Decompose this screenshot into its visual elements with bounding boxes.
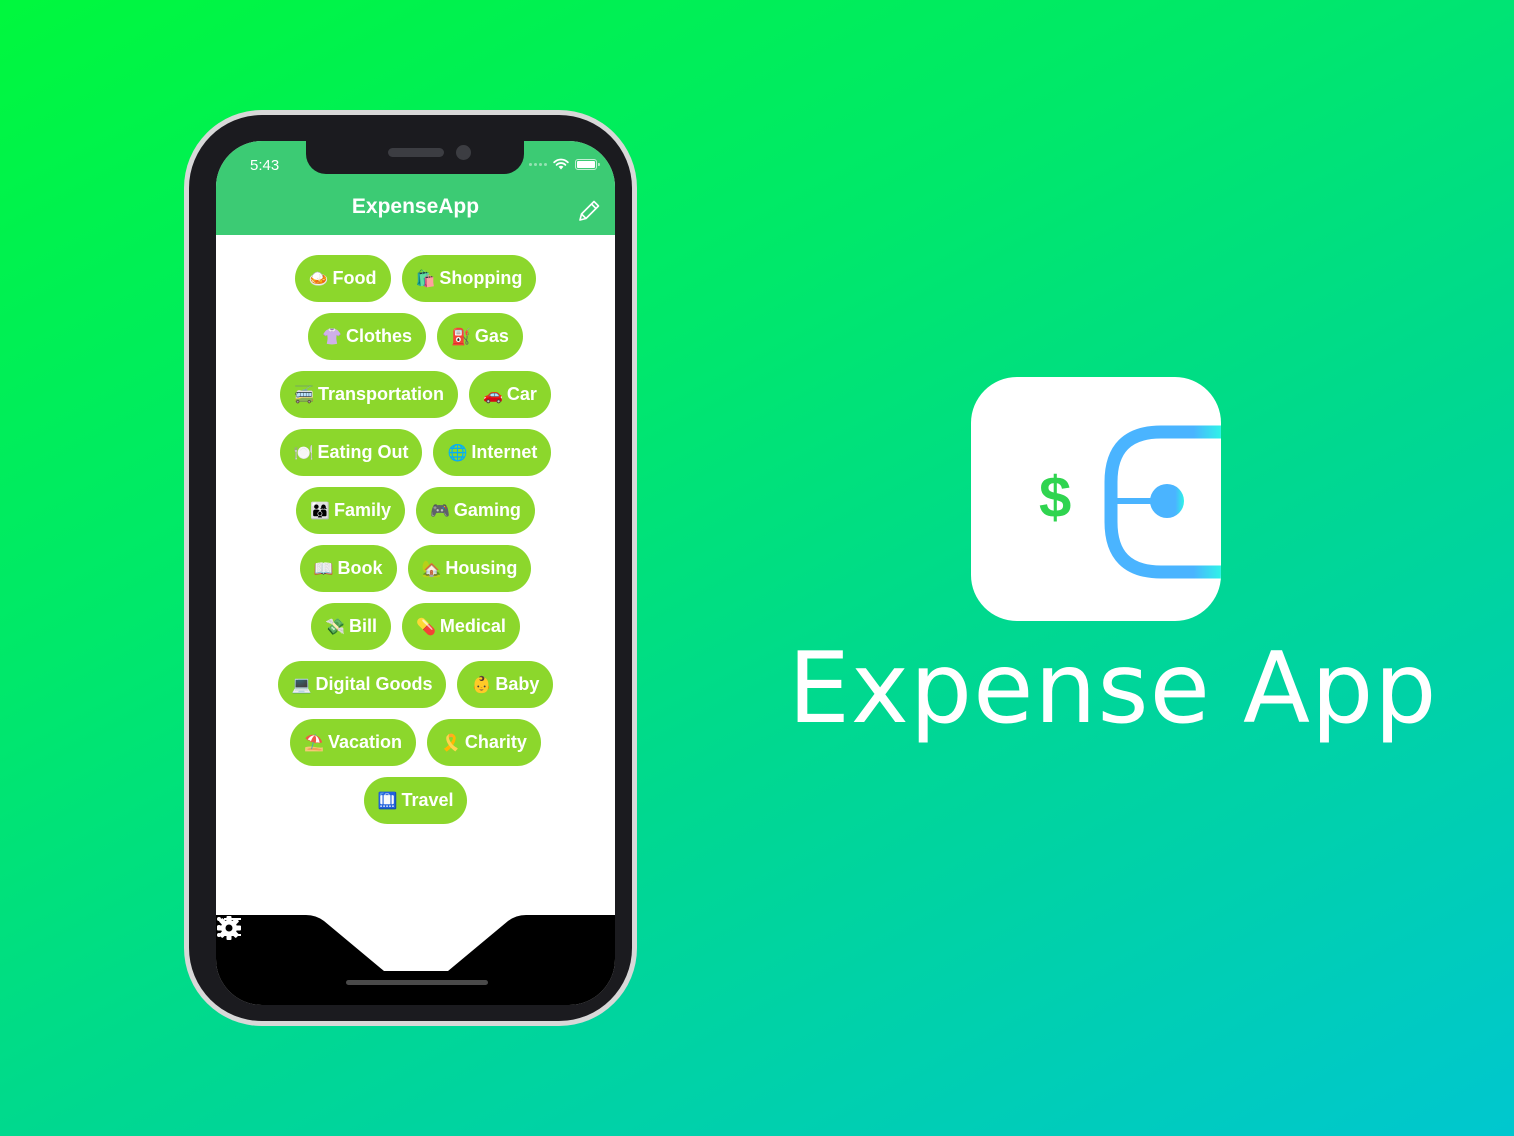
family-icon: 👨‍👩‍👦: [310, 502, 330, 520]
category-chip-gaming[interactable]: 🎮 Gaming: [416, 487, 535, 534]
category-label: Baby: [495, 674, 540, 694]
status-time: 5:43: [250, 157, 280, 174]
app-header: 5:43 ExpenseApp: [216, 141, 615, 235]
home-indicator: [346, 980, 488, 985]
category-label: Housing: [445, 558, 518, 578]
gas-icon: ⛽: [450, 328, 471, 346]
category-chip-bill[interactable]: 💸 Bill: [311, 603, 391, 650]
category-chip-medical[interactable]: 💊 Medical: [401, 603, 520, 650]
tab-bar: [216, 915, 615, 1005]
category-row: 💻 Digital Goods 👶 Baby: [277, 661, 554, 708]
transportation-icon: 🚎: [294, 386, 314, 404]
category-label: Vacation: [327, 732, 402, 752]
front-camera: [456, 145, 471, 160]
phone-mockup: 5:43 ExpenseApp 🍛 Food 🛍️ Shopping 👚 Clo…: [184, 110, 637, 1026]
gear-icon[interactable]: [216, 915, 242, 941]
category-row: ⛱️ Vacation 🎗️ Charity: [290, 719, 541, 766]
speaker-grille: [388, 148, 444, 157]
app-icon: $: [971, 377, 1221, 621]
pencil-icon[interactable]: [575, 197, 603, 225]
category-row: 🍽️ Eating Out 🌐 Internet: [279, 429, 552, 476]
category-label: Medical: [439, 616, 506, 636]
brand-title: Expense App: [788, 632, 1438, 746]
vacation-icon: ⛱️: [304, 734, 324, 752]
category-row: 🛄 Travel: [363, 777, 468, 824]
category-chip-car[interactable]: 🚗 Car: [469, 371, 551, 418]
wallet-icon: [1104, 425, 1221, 579]
category-row: 👨‍👩‍👦 Family 🎮 Gaming: [296, 487, 535, 534]
car-icon: 🚗: [483, 386, 503, 404]
category-chip-clothes[interactable]: 👚 Clothes: [308, 313, 426, 360]
category-list: 🍛 Food 🛍️ Shopping 👚 Clothes ⛽ Gas 🚎 Transportati…: [216, 255, 615, 824]
gaming-icon: 🎮: [430, 502, 450, 520]
wifi-icon: [553, 158, 569, 170]
category-label: Bill: [348, 616, 377, 636]
battery-icon: [575, 158, 600, 170]
digital-goods-icon: 💻: [291, 676, 312, 694]
category-chip-eating-out[interactable]: 🍽️ Eating Out: [279, 429, 423, 476]
phone-notch: [306, 141, 524, 174]
category-chip-baby[interactable]: 👶 Baby: [457, 661, 554, 708]
category-label: Charity: [464, 732, 527, 752]
status-indicators: [529, 158, 600, 170]
shopping-icon: 🛍️: [415, 270, 436, 288]
category-chip-digital-goods[interactable]: 💻 Digital Goods: [277, 661, 447, 708]
category-label: Food: [332, 268, 377, 288]
category-label: Internet: [471, 442, 538, 462]
category-chip-family[interactable]: 👨‍👩‍👦 Family: [296, 487, 405, 534]
category-row: 🍛 Food 🛍️ Shopping: [294, 255, 537, 302]
category-chip-shopping[interactable]: 🛍️ Shopping: [401, 255, 537, 302]
phone-screen: 5:43 ExpenseApp 🍛 Food 🛍️ Shopping 👚 Clo…: [216, 141, 615, 1005]
category-label: Gas: [474, 326, 509, 346]
internet-icon: 🌐: [447, 444, 468, 462]
clothes-icon: 👚: [322, 328, 342, 346]
baby-icon: 👶: [471, 676, 492, 694]
category-label: Clothes: [345, 326, 412, 346]
phone-bezel: 5:43 ExpenseApp 🍛 Food 🛍️ Shopping 👚 Clo…: [189, 115, 632, 1021]
app-title: ExpenseApp: [351, 195, 480, 218]
category-label: Family: [333, 500, 391, 520]
category-row: 🚎 Transportation 🚗 Car: [280, 371, 551, 418]
category-row: 💸 Bill 💊 Medical: [311, 603, 520, 650]
category-row: 👚 Clothes ⛽ Gas: [308, 313, 523, 360]
signal-icon: [529, 162, 547, 166]
category-chip-book[interactable]: 📖 Book: [299, 545, 397, 592]
category-chip-internet[interactable]: 🌐 Internet: [433, 429, 552, 476]
medical-icon: 💊: [415, 618, 436, 636]
category-chip-travel[interactable]: 🛄 Travel: [363, 777, 468, 824]
eating-out-icon: 🍽️: [293, 444, 314, 462]
category-label: Book: [337, 558, 383, 578]
category-label: Shopping: [439, 268, 523, 288]
category-label: Transportation: [317, 384, 444, 404]
category-chip-charity[interactable]: 🎗️ Charity: [427, 719, 541, 766]
charity-icon: 🎗️: [441, 734, 461, 752]
category-chip-housing[interactable]: 🏡 Housing: [407, 545, 532, 592]
category-chip-transportation[interactable]: 🚎 Transportation: [280, 371, 458, 418]
category-label: Digital Goods: [315, 674, 433, 694]
category-chip-food[interactable]: 🍛 Food: [294, 255, 391, 302]
category-label: Gaming: [453, 500, 521, 520]
category-label: Car: [506, 384, 537, 404]
category-chip-vacation[interactable]: ⛱️ Vacation: [290, 719, 416, 766]
travel-icon: 🛄: [377, 792, 398, 810]
category-label: Travel: [401, 790, 454, 810]
category-label: Eating Out: [317, 442, 409, 462]
food-icon: 🍛: [308, 270, 329, 288]
book-icon: 📖: [313, 560, 334, 578]
tab-bar-background: [216, 915, 615, 1005]
category-chip-gas[interactable]: ⛽ Gas: [436, 313, 523, 360]
category-row: 📖 Book 🏡 Housing: [299, 545, 532, 592]
bill-icon: 💸: [325, 618, 345, 636]
housing-icon: 🏡: [421, 560, 442, 578]
